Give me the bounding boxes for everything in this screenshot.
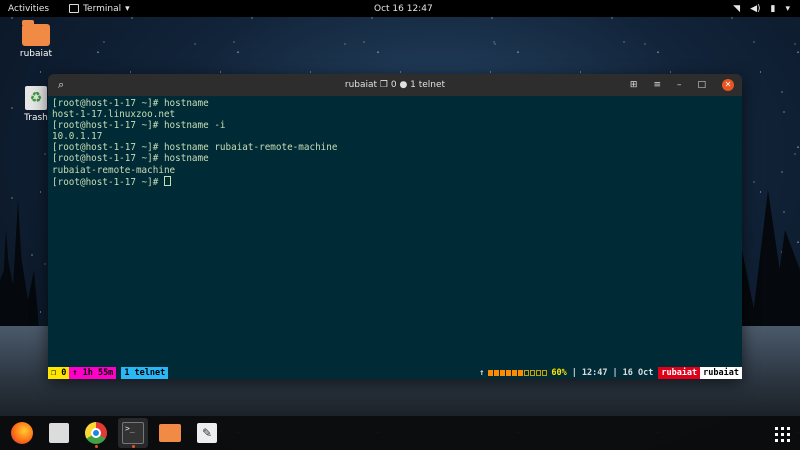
separator: | [571,368,577,378]
terminal-prompt-line[interactable]: [root@host-1-17 ~]# [52,175,738,188]
terminal-output[interactable]: [root@host-1-17 ~]# hostname host-1-17.l… [48,96,742,364]
memory-gauge-cell [524,370,530,376]
home-folder-icon [22,20,50,46]
firefox-icon [11,422,33,444]
running-indicator [131,445,135,448]
dock-item-files[interactable] [44,418,74,448]
new-tab-icon[interactable]: ⊞ [630,80,638,90]
dock-item-text-editor[interactable]: ✎ [192,418,222,448]
chrome-icon [85,422,107,444]
chevron-down-icon: ▾ [125,3,130,14]
terminal-icon: >_ [122,422,144,444]
terminal-line: [root@host-1-17 ~]# hostname -i [52,120,226,132]
text-editor-icon: ✎ [197,423,217,443]
top-bar: Activities Terminal ▾ Oct 16 12:47 ◥ ◀) … [0,0,800,17]
status-date: 16 Oct [622,368,654,378]
volume-icon: ◀) [750,3,761,14]
terminal-line: [root@host-1-17 ~]# hostname [52,98,209,109]
terminal-window[interactable]: ⌕ rubaiat ❐ 0 ● 1 telnet ⊞ ≡ – □ ✕ [root… [48,74,742,379]
folder-icon [159,424,181,442]
trash-icon: ♻ [25,86,47,110]
files-icon [49,423,69,443]
text-cursor [163,175,171,186]
tmux-tab[interactable]: 1 telnet [121,367,169,379]
terminal-line: rubaiat-remote-machine [52,164,176,176]
memory-gauge-cell [506,370,512,376]
memory-gauge-cell [530,370,536,376]
separator: | [612,368,618,378]
app-menu[interactable]: Terminal ▾ [57,4,130,14]
tmux-status-right: ↑ 60% | 12:47 | 16 Oct rubaiat rubaiat [479,367,742,379]
tmux-status-bar: ❐ 0 ↑ 1h 55m 1 telnet ↑ 60% | 12:47 | 16… [48,367,742,379]
dock-item-firefox[interactable] [7,418,37,448]
close-icon[interactable]: ✕ [722,79,734,91]
memory-gauge-cell [494,370,500,376]
dock-item-chrome[interactable] [81,418,111,448]
window-controls: ⊞ ≡ – □ ✕ [630,79,734,91]
dock: >_ ✎ [0,416,800,450]
desktop-icon-label: Trash [24,113,48,123]
running-indicator [94,445,98,448]
battery-icon: ▮ [770,3,776,14]
memory-gauge-cell [512,370,518,376]
terminal-line: [root@host-1-17 ~]# hostname rubaiat-rem… [52,142,338,154]
app-menu-label: Terminal [83,3,122,14]
maximize-icon[interactable]: □ [697,80,706,90]
terminal-icon [69,4,80,13]
clock[interactable]: Oct 16 12:47 [374,4,433,14]
tmux-uptime: ↑ 1h 55m [69,367,117,379]
show-applications-icon[interactable] [775,427,790,442]
activities-button[interactable]: Activities [0,4,57,14]
memory-gauge [488,370,548,376]
desktop-icon-label: rubaiat [19,49,53,59]
memory-gauge-cell [542,370,548,376]
status-user: rubaiat [658,367,701,379]
memory-gauge-cell [488,370,494,376]
wifi-icon: ◥ [733,3,741,14]
memory-percent: 60% [551,368,567,378]
terminal-line: [root@host-1-17 ~]# hostname [52,153,209,165]
system-tray[interactable]: ◥ ◀) ▮ ▾ [733,4,790,14]
menu-icon[interactable]: ≡ [653,80,661,90]
memory-gauge-cell [536,370,542,376]
status-time: 12:47 [581,368,608,378]
status-host: rubaiat [700,367,742,379]
memory-gauge-cell [518,370,524,376]
terminal-line: host-1-17.linuxzoo.net [52,109,176,121]
tmux-window-indicator: ❐ 0 [48,367,70,379]
memory-gauge-cell [500,370,506,376]
desktop-icon-home[interactable]: rubaiat [16,20,56,59]
terminal-titlebar[interactable]: ⌕ rubaiat ❐ 0 ● 1 telnet ⊞ ≡ – □ ✕ [48,74,742,96]
dock-item-terminal[interactable]: >_ [118,418,148,448]
terminal-line: 10.0.1.17 [52,131,103,143]
chevron-down-icon: ▾ [785,3,790,14]
mem-arrow: ↑ [479,368,485,378]
minimize-icon[interactable]: – [677,80,682,90]
shell-prompt: [root@host-1-17 ~]# [52,176,164,188]
dock-item-folder[interactable] [155,418,185,448]
